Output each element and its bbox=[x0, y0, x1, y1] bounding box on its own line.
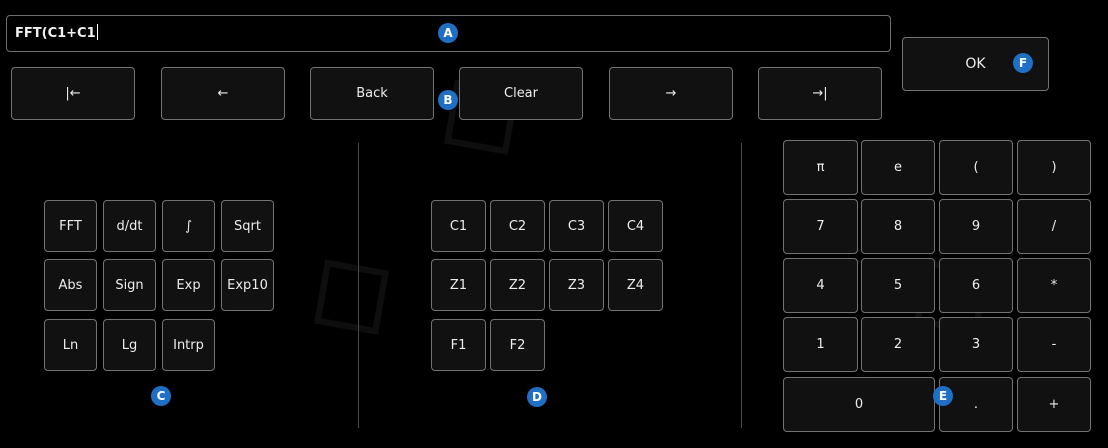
keypad-key-zero[interactable]: 0 bbox=[783, 377, 935, 432]
source-key[interactable]: C2 bbox=[490, 200, 545, 252]
callout-marker-b: B bbox=[438, 90, 458, 110]
source-key[interactable]: C3 bbox=[549, 200, 604, 252]
function-key[interactable]: FFT bbox=[44, 200, 97, 252]
keypad-key[interactable]: . bbox=[939, 377, 1013, 432]
function-key[interactable]: Sign bbox=[103, 259, 156, 311]
keypad-key[interactable]: 2 bbox=[861, 317, 935, 372]
callout-marker-e: E bbox=[933, 386, 953, 406]
keypad-key[interactable]: 1 bbox=[783, 317, 858, 372]
keypad-key[interactable]: 6 bbox=[939, 258, 1013, 313]
callout-marker-f: F bbox=[1013, 53, 1033, 73]
section-divider bbox=[741, 143, 742, 428]
keypad-key[interactable]: 3 bbox=[939, 317, 1013, 372]
section-divider bbox=[358, 143, 359, 428]
function-key[interactable]: ∫ bbox=[162, 200, 215, 252]
source-key[interactable]: C1 bbox=[431, 200, 486, 252]
callout-marker-a: A bbox=[438, 23, 458, 43]
source-key[interactable]: Z3 bbox=[549, 259, 604, 311]
clear-button[interactable]: Clear bbox=[459, 67, 583, 120]
source-key[interactable]: F2 bbox=[490, 319, 545, 371]
source-key[interactable]: Z2 bbox=[490, 259, 545, 311]
keypad-key[interactable]: π bbox=[783, 140, 858, 195]
function-key[interactable]: Exp bbox=[162, 259, 215, 311]
function-key[interactable]: Intrp bbox=[162, 319, 215, 371]
cursor-end-button[interactable]: →| bbox=[758, 67, 882, 120]
expression-text: FFT(C1+C1 bbox=[15, 26, 96, 41]
function-key[interactable]: Sqrt bbox=[221, 200, 274, 252]
keypad-key[interactable]: e bbox=[861, 140, 935, 195]
text-caret bbox=[96, 24, 98, 40]
keypad-key[interactable]: 9 bbox=[939, 199, 1013, 254]
backspace-button[interactable]: Back bbox=[310, 67, 434, 120]
math-expression-editor: ◇ ◇ ◇ FFT(C1+C1 |← ← Back Clear → →| OK … bbox=[0, 0, 1108, 448]
source-key[interactable]: Z4 bbox=[608, 259, 663, 311]
watermark-shape: ◇ bbox=[268, 206, 424, 373]
cursor-left-button[interactable]: ← bbox=[161, 67, 285, 120]
source-key[interactable]: C4 bbox=[608, 200, 663, 252]
keypad-key[interactable]: * bbox=[1017, 258, 1091, 313]
function-key[interactable]: Lg bbox=[103, 319, 156, 371]
cursor-right-button[interactable]: → bbox=[609, 67, 733, 120]
keypad-key[interactable]: ) bbox=[1017, 140, 1091, 195]
keypad-key[interactable]: ( bbox=[939, 140, 1013, 195]
keypad-key[interactable]: - bbox=[1017, 317, 1091, 372]
keypad-key[interactable]: 5 bbox=[861, 258, 935, 313]
keypad-key[interactable]: 8 bbox=[861, 199, 935, 254]
callout-marker-d: D bbox=[527, 387, 547, 407]
keypad-key[interactable]: 4 bbox=[783, 258, 858, 313]
cursor-home-button[interactable]: |← bbox=[11, 67, 135, 120]
function-key[interactable]: d/dt bbox=[103, 200, 156, 252]
keypad-key[interactable]: / bbox=[1017, 199, 1091, 254]
keypad-key[interactable]: 7 bbox=[783, 199, 858, 254]
function-key[interactable]: Ln bbox=[44, 319, 97, 371]
callout-marker-c: C bbox=[151, 386, 171, 406]
source-key[interactable]: F1 bbox=[431, 319, 486, 371]
function-key[interactable]: Abs bbox=[44, 259, 97, 311]
keypad-key[interactable]: + bbox=[1017, 377, 1091, 432]
source-key[interactable]: Z1 bbox=[431, 259, 486, 311]
function-key[interactable]: Exp10 bbox=[221, 259, 274, 311]
